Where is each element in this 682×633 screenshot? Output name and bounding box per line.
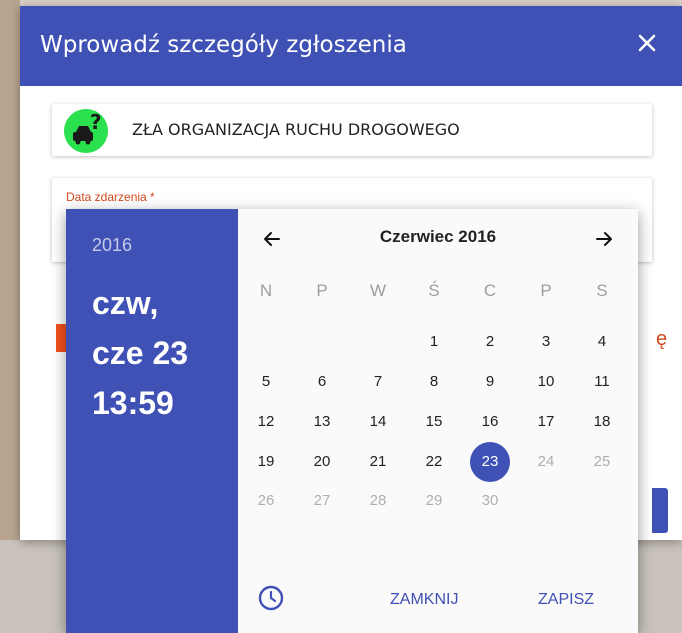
calendar-day[interactable]: 17 (526, 402, 566, 442)
picker-time[interactable]: 13:59 (92, 385, 174, 422)
close-button[interactable]: ZAMKNIJ (390, 591, 458, 609)
category-label: ZŁA ORGANIZACJA RUCHU DROGOWEGO (132, 120, 460, 139)
calendar-panel: Czerwiec 2016 NPWŚCPS 1 2 3 4 5 6 7 8 9 10 11 12 13 1… (238, 209, 638, 633)
calendar-day[interactable]: 13 (302, 402, 342, 442)
picker-date[interactable]: cze 23 (92, 335, 188, 372)
category-card[interactable]: ? ZŁA ORGANIZACJA RUCHU DROGOWEGO (52, 104, 652, 156)
partial-text: ę (656, 328, 668, 350)
calendar-day[interactable]: 2 (470, 322, 510, 362)
calendar-day[interactable]: 1 (414, 322, 454, 362)
picker-year[interactable]: 2016 (92, 235, 132, 256)
calendar-day[interactable]: 21 (358, 442, 398, 482)
close-icon[interactable] (632, 28, 662, 58)
calendar-day[interactable]: 6 (302, 362, 342, 402)
calendar-day[interactable]: 7 (358, 362, 398, 402)
calendar-day[interactable]: 8 (414, 362, 454, 402)
calendar-day[interactable]: 15 (414, 402, 454, 442)
picker-weekday: czw, (92, 285, 159, 321)
selected-day[interactable]: 23 (470, 442, 510, 482)
calendar-day: 30 (481, 492, 499, 509)
calendar-day[interactable]: 10 (526, 362, 566, 402)
background-left (0, 0, 20, 633)
calendar-day[interactable]: 3 (526, 322, 566, 362)
dialog-title: Wprowadź szczegóły zgłoszenia (40, 32, 407, 58)
svg-text:?: ? (90, 110, 102, 134)
calendar-day: 29 (425, 492, 443, 509)
location-marker-icon (56, 324, 66, 352)
weekday-label: Ś (428, 281, 440, 300)
calendar-day[interactable]: 22 (414, 442, 454, 482)
calendar-day: 27 (313, 492, 331, 509)
weekday-label: S (596, 281, 608, 300)
arrow-right-icon[interactable] (584, 219, 624, 259)
calendar-day[interactable]: 12 (246, 402, 286, 442)
event-date-label: Data zdarzenia * (66, 190, 155, 204)
weekday-label: N (259, 281, 273, 300)
submit-button[interactable] (652, 488, 668, 533)
calendar-day[interactable]: 20 (302, 442, 342, 482)
picker-header: 2016 czw, cze 23 13:59 (66, 209, 238, 633)
dialog-header: Wprowadź szczegóły zgłoszenia (20, 6, 682, 86)
car-question-icon: ? (64, 109, 108, 153)
save-button[interactable]: ZAPISZ (538, 591, 594, 609)
calendar-day[interactable]: 18 (582, 402, 622, 442)
weekday-label: P (540, 281, 552, 300)
calendar-day[interactable]: 11 (582, 362, 622, 402)
calendar-day: 26 (257, 492, 275, 509)
calendar-day[interactable]: 16 (470, 402, 510, 442)
calendar-day: 25 (593, 453, 611, 470)
calendar-day: 24 (537, 453, 555, 470)
weekday-label: C (483, 281, 497, 300)
date-time-picker: 2016 czw, cze 23 13:59 Czerwiec 2016 NPW… (66, 209, 638, 633)
weekday-label: P (316, 281, 328, 300)
month-title: Czerwiec 2016 (379, 227, 497, 246)
clock-icon[interactable] (256, 583, 286, 613)
weekday-label: W (369, 281, 387, 300)
calendar-day[interactable]: 9 (470, 362, 510, 402)
calendar-day[interactable]: 4 (582, 322, 622, 362)
calendar-day: 28 (369, 492, 387, 509)
calendar-day[interactable]: 19 (246, 442, 286, 482)
calendar-day[interactable]: 14 (358, 402, 398, 442)
calendar-day[interactable]: 5 (246, 362, 286, 402)
